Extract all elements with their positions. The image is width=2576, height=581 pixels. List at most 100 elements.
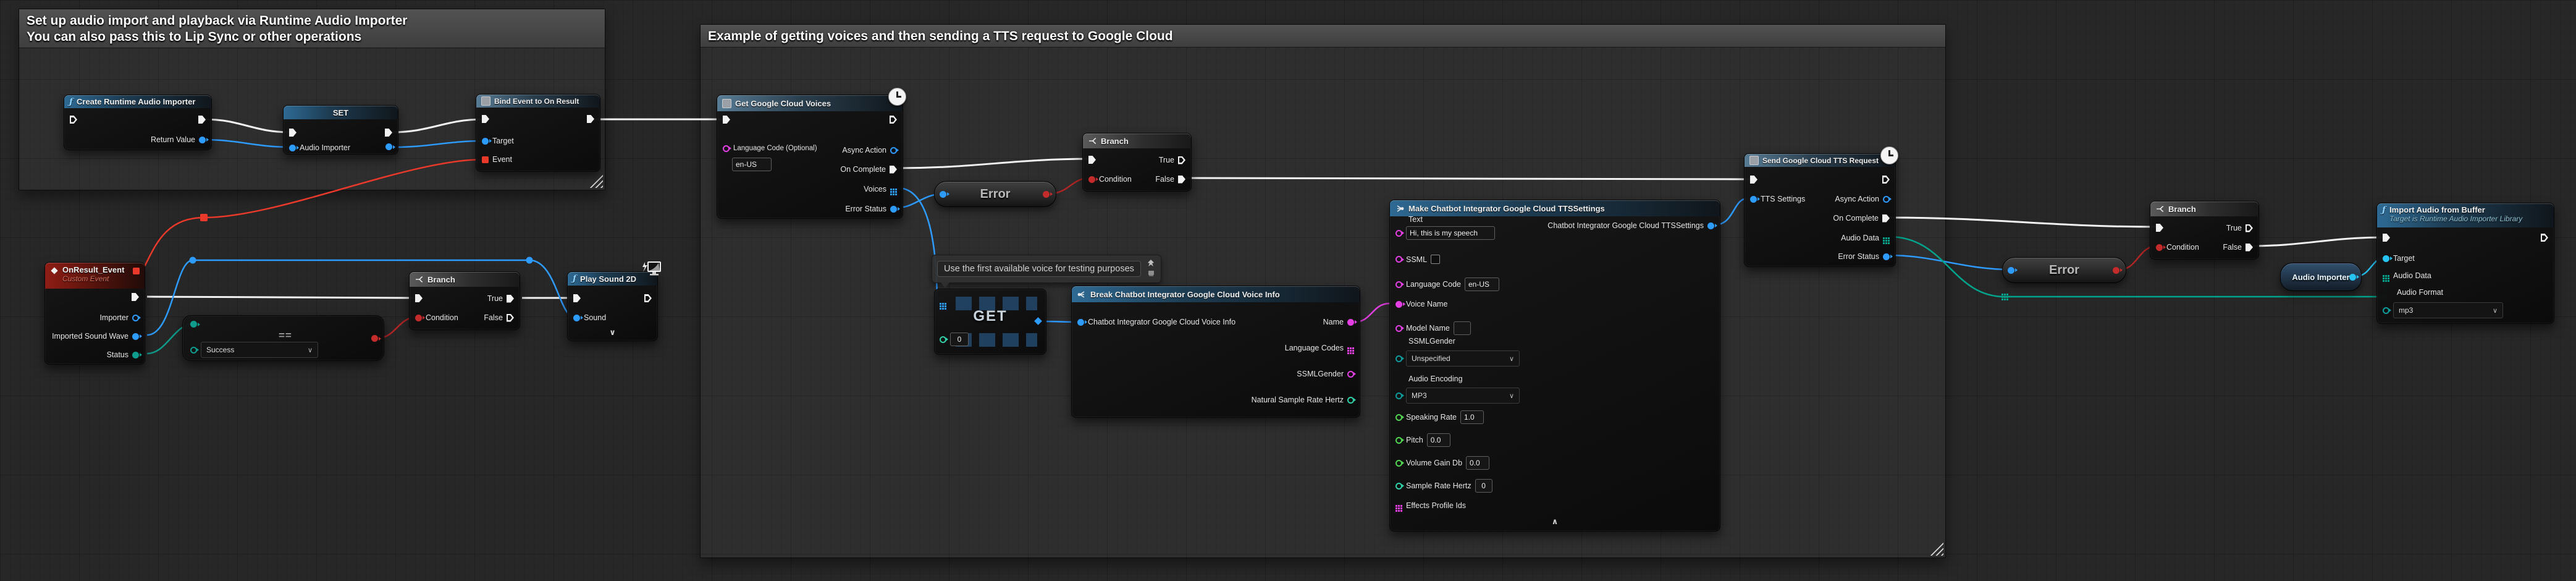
audio-encoding-dropdown[interactable]: MP3∨ — [1406, 388, 1520, 404]
reroute-dot[interactable] — [526, 257, 533, 264]
status-pin[interactable] — [132, 352, 139, 358]
exec-out-pin[interactable] — [132, 293, 139, 301]
error-status-pin[interactable] — [1883, 253, 1890, 260]
exec-out-pin[interactable] — [198, 116, 206, 124]
exec-in-pin[interactable] — [2156, 224, 2163, 232]
delegate-out-pin[interactable] — [133, 268, 140, 274]
exec-out-pin[interactable] — [385, 129, 392, 137]
effects-profile-ids-array-pin[interactable] — [1395, 505, 1397, 507]
node-onresult-custom-event[interactable]: OnResult_Event Custom Event Importer Imp… — [44, 262, 145, 365]
return-value-pin[interactable] — [199, 137, 206, 143]
sample-rate-pin[interactable] — [1395, 483, 1402, 490]
importer-pin[interactable] — [132, 315, 139, 321]
volume-gain-input[interactable] — [1466, 456, 1489, 470]
speaking-rate-input[interactable] — [1460, 410, 1484, 424]
audio-importer-out-pin[interactable] — [2349, 274, 2356, 281]
element-out-pin[interactable] — [1034, 317, 1042, 325]
error-bool-out-pin[interactable] — [2113, 267, 2119, 274]
language-codes-array-pin[interactable] — [1347, 347, 1349, 349]
audio-importer-in-pin[interactable] — [289, 145, 296, 151]
false-exec-pin[interactable] — [2246, 244, 2253, 252]
node-branch-playback[interactable]: Branch True Condition False — [409, 271, 520, 330]
pitch-pin[interactable] — [1395, 437, 1402, 444]
node-create-runtime-audio-importer[interactable]: ƒ Create Runtime Audio Importer Return V… — [64, 95, 212, 150]
node-set-audio-importer[interactable]: SET Audio Importer — [283, 105, 398, 155]
error-in-pin[interactable] — [2008, 267, 2014, 274]
pushpin-icon[interactable] — [1146, 258, 1156, 279]
async-action-pin[interactable] — [890, 147, 897, 154]
language-code-input[interactable] — [732, 158, 772, 171]
exec-in-pin[interactable] — [415, 294, 423, 302]
index-pin[interactable] — [940, 336, 946, 343]
volume-gain-pin[interactable] — [1395, 460, 1402, 467]
node-make-tts-settings[interactable]: Make Chatbot Integrator Google Cloud TTS… — [1389, 200, 1720, 532]
delegate-reroute-dot[interactable] — [200, 214, 208, 221]
exec-in-pin[interactable] — [1088, 156, 1096, 164]
imported-sound-wave-pin[interactable] — [132, 333, 139, 340]
node-send-tts-request[interactable]: Send Google Cloud TTS Request TTS Settin… — [1744, 153, 1896, 267]
error-status-pin[interactable] — [890, 206, 897, 213]
text-input[interactable] — [1406, 226, 1495, 240]
get-node-comment-bubble[interactable]: Use the first available voice for testin… — [932, 255, 1161, 283]
exec-out-pin[interactable] — [644, 294, 652, 302]
condition-pin[interactable] — [415, 315, 422, 321]
exec-out-pin[interactable] — [2541, 234, 2548, 242]
node-import-audio-from-buffer[interactable]: ƒ Import Audio from Buffer Target is Run… — [2376, 203, 2554, 324]
name-pin[interactable] — [1347, 319, 1354, 326]
async-action-pin[interactable] — [1883, 196, 1890, 203]
false-exec-pin[interactable] — [507, 314, 514, 322]
reroute-dot[interactable] — [190, 257, 196, 264]
exec-out-pin[interactable] — [890, 116, 897, 124]
error-in-pin[interactable] — [940, 191, 946, 198]
equal-result-pin[interactable] — [371, 335, 378, 342]
voices-array-pin[interactable] — [890, 189, 892, 190]
exec-out-pin[interactable] — [1882, 176, 1890, 184]
ssml-gender-pin[interactable] — [1347, 371, 1354, 378]
audio-data-array-pin[interactable] — [1883, 237, 1885, 239]
on-complete-pin[interactable] — [890, 166, 897, 174]
exec-in-pin[interactable] — [70, 116, 77, 124]
node-break-voice-info[interactable]: Break Chatbot Integrator Google Cloud Vo… — [1071, 286, 1360, 418]
collapse-advanced-button[interactable]: ∧ — [1552, 517, 1559, 527]
exec-in-pin[interactable] — [573, 294, 581, 302]
language-code-input[interactable] — [1465, 278, 1499, 291]
exec-out-pin[interactable] — [587, 115, 594, 123]
sample-rate-input[interactable] — [1475, 479, 1492, 493]
text-pin[interactable] — [1395, 230, 1402, 237]
error-reroute-capsule[interactable]: Error — [2002, 257, 2126, 283]
pitch-input[interactable] — [1427, 433, 1450, 447]
array-in-pin[interactable] — [940, 303, 941, 305]
blueprint-canvas[interactable]: { "comments": { "c1": { "line1": "Set up… — [0, 0, 2576, 581]
index-input[interactable] — [950, 333, 969, 346]
language-code-pin[interactable] — [723, 145, 730, 152]
error-reroute-capsule[interactable]: Error — [934, 181, 1056, 207]
exec-in-pin[interactable] — [2383, 234, 2390, 242]
tts-settings-out-pin[interactable] — [1707, 223, 1714, 229]
true-exec-pin[interactable] — [507, 295, 514, 303]
condition-pin[interactable] — [2156, 244, 2163, 251]
voice-info-in-pin[interactable] — [1077, 319, 1084, 326]
exec-in-pin[interactable] — [1750, 176, 1757, 184]
model-name-pin[interactable] — [1395, 325, 1402, 332]
false-exec-pin[interactable] — [1178, 176, 1185, 184]
node-get-google-cloud-voices[interactable]: Get Google Cloud Voices Language Code (O… — [717, 95, 903, 219]
voice-name-pin[interactable] — [1395, 301, 1402, 308]
ssml-gender-dropdown[interactable]: Unspecified∨ — [1406, 350, 1520, 367]
tts-settings-pin[interactable] — [1750, 196, 1757, 203]
sound-pin[interactable] — [573, 315, 580, 321]
exec-in-pin[interactable] — [723, 116, 730, 124]
node-equal-enum[interactable]: == Success∨ — [182, 315, 384, 361]
audio-importer-reroute-capsule[interactable]: Audio Importer — [2280, 263, 2362, 291]
enum-value-dropdown[interactable]: Success∨ — [201, 342, 318, 358]
node-array-get[interactable]: GET — [934, 289, 1046, 355]
language-code-pin[interactable] — [1395, 281, 1402, 288]
on-complete-pin[interactable] — [1882, 214, 1890, 223]
ssml-checkbox[interactable] — [1431, 255, 1440, 264]
audio-data-array-pin[interactable] — [2383, 275, 2384, 277]
exec-in-pin[interactable] — [482, 115, 489, 123]
target-pin[interactable] — [2383, 255, 2389, 262]
natural-sample-rate-pin[interactable] — [1347, 397, 1354, 404]
audio-format-dropdown[interactable]: mp3∨ — [2393, 302, 2503, 318]
node-branch-voices[interactable]: Branch True Condition False — [1082, 133, 1192, 192]
target-pin[interactable] — [482, 138, 489, 145]
